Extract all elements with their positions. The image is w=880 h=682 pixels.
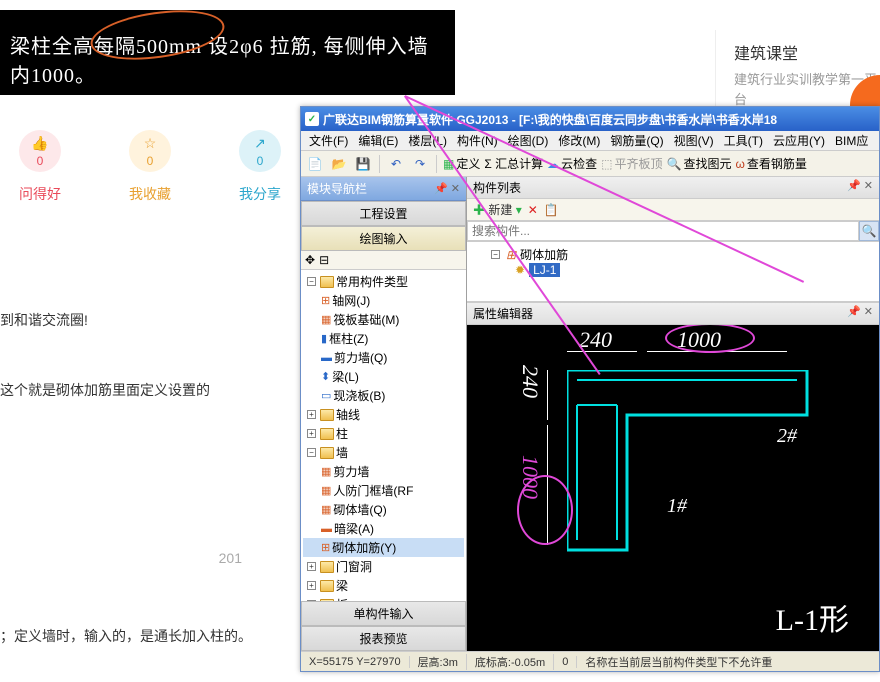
expand-icon[interactable]: + — [307, 562, 316, 571]
text-line1: 到和谐交流圈! — [0, 310, 252, 330]
menu-modify[interactable]: 修改(M) — [554, 132, 604, 149]
search-row: 🔍 — [467, 221, 879, 242]
pin-icon[interactable]: 📌 — [847, 180, 861, 192]
window-title: 广联达BIM钢筋算量软件 GGJ2013 - [F:\我的快盘\百度云同步盘\书… — [323, 111, 777, 128]
expand-icon[interactable]: + — [307, 581, 316, 590]
titlebar[interactable]: ✓ 广联达BIM钢筋算量软件 GGJ2013 - [F:\我的快盘\百度云同步盘… — [301, 107, 879, 131]
component-tree[interactable]: −常用构件类型 ⊞ 轴网(J) ▦ 筏板基础(M) ▮ 框柱(Z) ▬ 剪力墙(… — [301, 270, 466, 601]
right-panel: 构件列表 📌 ✕ ✚ 新建 ▾ ✕ 📋 🔍 − ⊞ 砌体加筋 ✹ LJ-1 属性… — [467, 177, 879, 651]
component-list-header: 构件列表 📌 ✕ — [467, 177, 879, 199]
menu-file[interactable]: 文件(F) — [305, 132, 352, 149]
single-input-tab[interactable]: 单构件输入 — [301, 601, 466, 626]
l-shape — [567, 370, 817, 560]
status-floor: 层高:3m — [410, 654, 467, 670]
flat-button[interactable]: ⬚平齐板顶 — [601, 155, 662, 172]
drawing-note: 梁柱全高每隔500mm 设2φ6 拉筋, 每侧伸入墙内1000。 — [0, 10, 455, 95]
stats-row: 👍0 问得好 ☆0 我收藏 ↗0 我分享 — [5, 130, 295, 204]
dim-240-left: 240 — [517, 365, 543, 398]
menu-tools[interactable]: 工具(T) — [720, 132, 767, 149]
expand-icon[interactable]: + — [307, 410, 316, 419]
note-text: 梁柱全高每隔500mm 设2φ6 拉筋, 每侧伸入墙内1000。 — [10, 36, 429, 87]
toolbar: 📄 📂 💾 ↶ ↷ ▦定义 Σ 汇总计算 ☁云检查 ⬚平齐板顶 🔍查找图元 ω查… — [301, 151, 879, 177]
list-toolbar: ✚ 新建 ▾ ✕ 📋 — [467, 199, 879, 221]
thumb-icon: 👍 — [31, 135, 48, 152]
redo-icon[interactable]: ↷ — [410, 154, 430, 174]
text-line2: 这个就是砌体加筋里面定义设置的 — [0, 380, 252, 400]
close-icon[interactable]: ✕ — [864, 180, 873, 192]
folder-icon — [320, 409, 334, 421]
collapse-icon[interactable]: ⊟ — [319, 253, 329, 267]
menu-rebar[interactable]: 钢筋量(Q) — [606, 132, 667, 149]
undo-icon[interactable]: ↶ — [386, 154, 406, 174]
menu-cloud[interactable]: 云应用(Y) — [769, 132, 829, 149]
delete-icon[interactable]: ✕ — [528, 203, 538, 217]
app-icon: ✓ — [305, 112, 319, 126]
year: 201 — [0, 550, 252, 566]
draw-input-tab[interactable]: 绘图输入 — [301, 226, 466, 251]
cloud-check-button[interactable]: ☁云检查 — [547, 155, 597, 172]
new-icon[interactable]: 📄 — [305, 154, 325, 174]
tree-toolbar: ✥ ⊟ — [301, 251, 466, 270]
report-tab[interactable]: 报表预览 — [301, 626, 466, 651]
text-line3: ；定义墙时，输入的，是通长加入柱的。 — [0, 626, 252, 646]
app-window: ✓ 广联达BIM钢筋算量软件 GGJ2013 - [F:\我的快盘\百度云同步盘… — [300, 106, 880, 672]
pin-icon[interactable]: 📌 — [847, 306, 861, 318]
star-icon: ☆ — [144, 135, 157, 152]
nav-panel: 模块导航栏 📌 ✕ 工程设置 绘图输入 ✥ ⊟ −常用构件类型 ⊞ 轴网(J) … — [301, 177, 467, 651]
page-texts: 到和谐交流圈! 这个就是砌体加筋里面定义设置的 201 ；定义墙时，输入的，是通… — [0, 300, 252, 656]
highlight-oval-top — [665, 325, 755, 353]
sum-button[interactable]: Σ 汇总计算 — [484, 155, 543, 172]
status-coord: X=55175 Y=27970 — [301, 656, 410, 668]
mark-2: 2# — [777, 425, 797, 448]
menu-edit[interactable]: 编辑(E) — [354, 132, 402, 149]
pin-icon[interactable]: 📌 — [434, 183, 448, 195]
menu-component[interactable]: 构件(N) — [453, 132, 502, 149]
menu-bim[interactable]: BIM应 — [831, 132, 872, 149]
folder-icon — [320, 447, 334, 459]
stat-good[interactable]: 👍0 问得好 — [5, 130, 75, 204]
status-zero: 0 — [554, 656, 577, 668]
copy-icon[interactable]: 📋 — [544, 203, 559, 217]
save-icon[interactable]: 💾 — [353, 154, 373, 174]
close-icon[interactable]: ✕ — [864, 306, 873, 318]
folder-icon — [320, 428, 334, 440]
statusbar: X=55175 Y=27970 层高:3m 底标高:-0.05m 0 名称在当前… — [301, 651, 879, 671]
status-msg: 名称在当前层当前构件类型下不允许重 — [577, 654, 879, 670]
menu-floor[interactable]: 楼层(L) — [404, 132, 451, 149]
stat-fav[interactable]: ☆0 我收藏 — [115, 130, 185, 204]
folder-icon — [320, 561, 334, 573]
menu-view[interactable]: 视图(V) — [670, 132, 718, 149]
collapse-icon[interactable]: − — [307, 448, 316, 457]
shape-name: L-1形 — [776, 595, 849, 639]
folder-icon — [320, 276, 334, 288]
menubar: 文件(F) 编辑(E) 楼层(L) 构件(N) 绘图(D) 修改(M) 钢筋量(… — [301, 131, 879, 151]
project-settings-tab[interactable]: 工程设置 — [301, 201, 466, 226]
expand-icon[interactable]: + — [307, 429, 316, 438]
folder-icon — [320, 580, 334, 592]
collapse-icon[interactable]: − — [307, 277, 316, 286]
sidebar-title: 建筑课堂 — [734, 40, 880, 64]
stat-share[interactable]: ↗0 我分享 — [225, 130, 295, 204]
find-button[interactable]: 🔍查找图元 — [667, 155, 732, 172]
selected-component: LJ-1 — [529, 263, 560, 277]
close-icon[interactable]: ✕ — [451, 183, 460, 195]
nav-title: 模块导航栏 📌 ✕ — [301, 177, 466, 201]
view-rebar-button[interactable]: ω查看钢筋量 — [735, 155, 806, 172]
highlight-oval-left — [517, 475, 573, 545]
share-icon: ↗ — [254, 135, 266, 152]
tree-item-selected: ⊞ 砌体加筋(Y) — [303, 538, 464, 557]
status-bottom: 底标高:-0.05m — [467, 654, 554, 670]
expand-icon[interactable]: ✥ — [305, 253, 315, 267]
search-input[interactable] — [467, 221, 859, 241]
search-go-button[interactable]: 🔍 — [859, 221, 879, 241]
open-icon[interactable]: 📂 — [329, 154, 349, 174]
mark-1: 1# — [667, 495, 687, 518]
drawing-viewport[interactable]: 240 1000 240 1000 1# 2# L-1形 — [467, 325, 879, 651]
property-editor-header: 属性编辑器 📌 ✕ — [467, 302, 879, 325]
